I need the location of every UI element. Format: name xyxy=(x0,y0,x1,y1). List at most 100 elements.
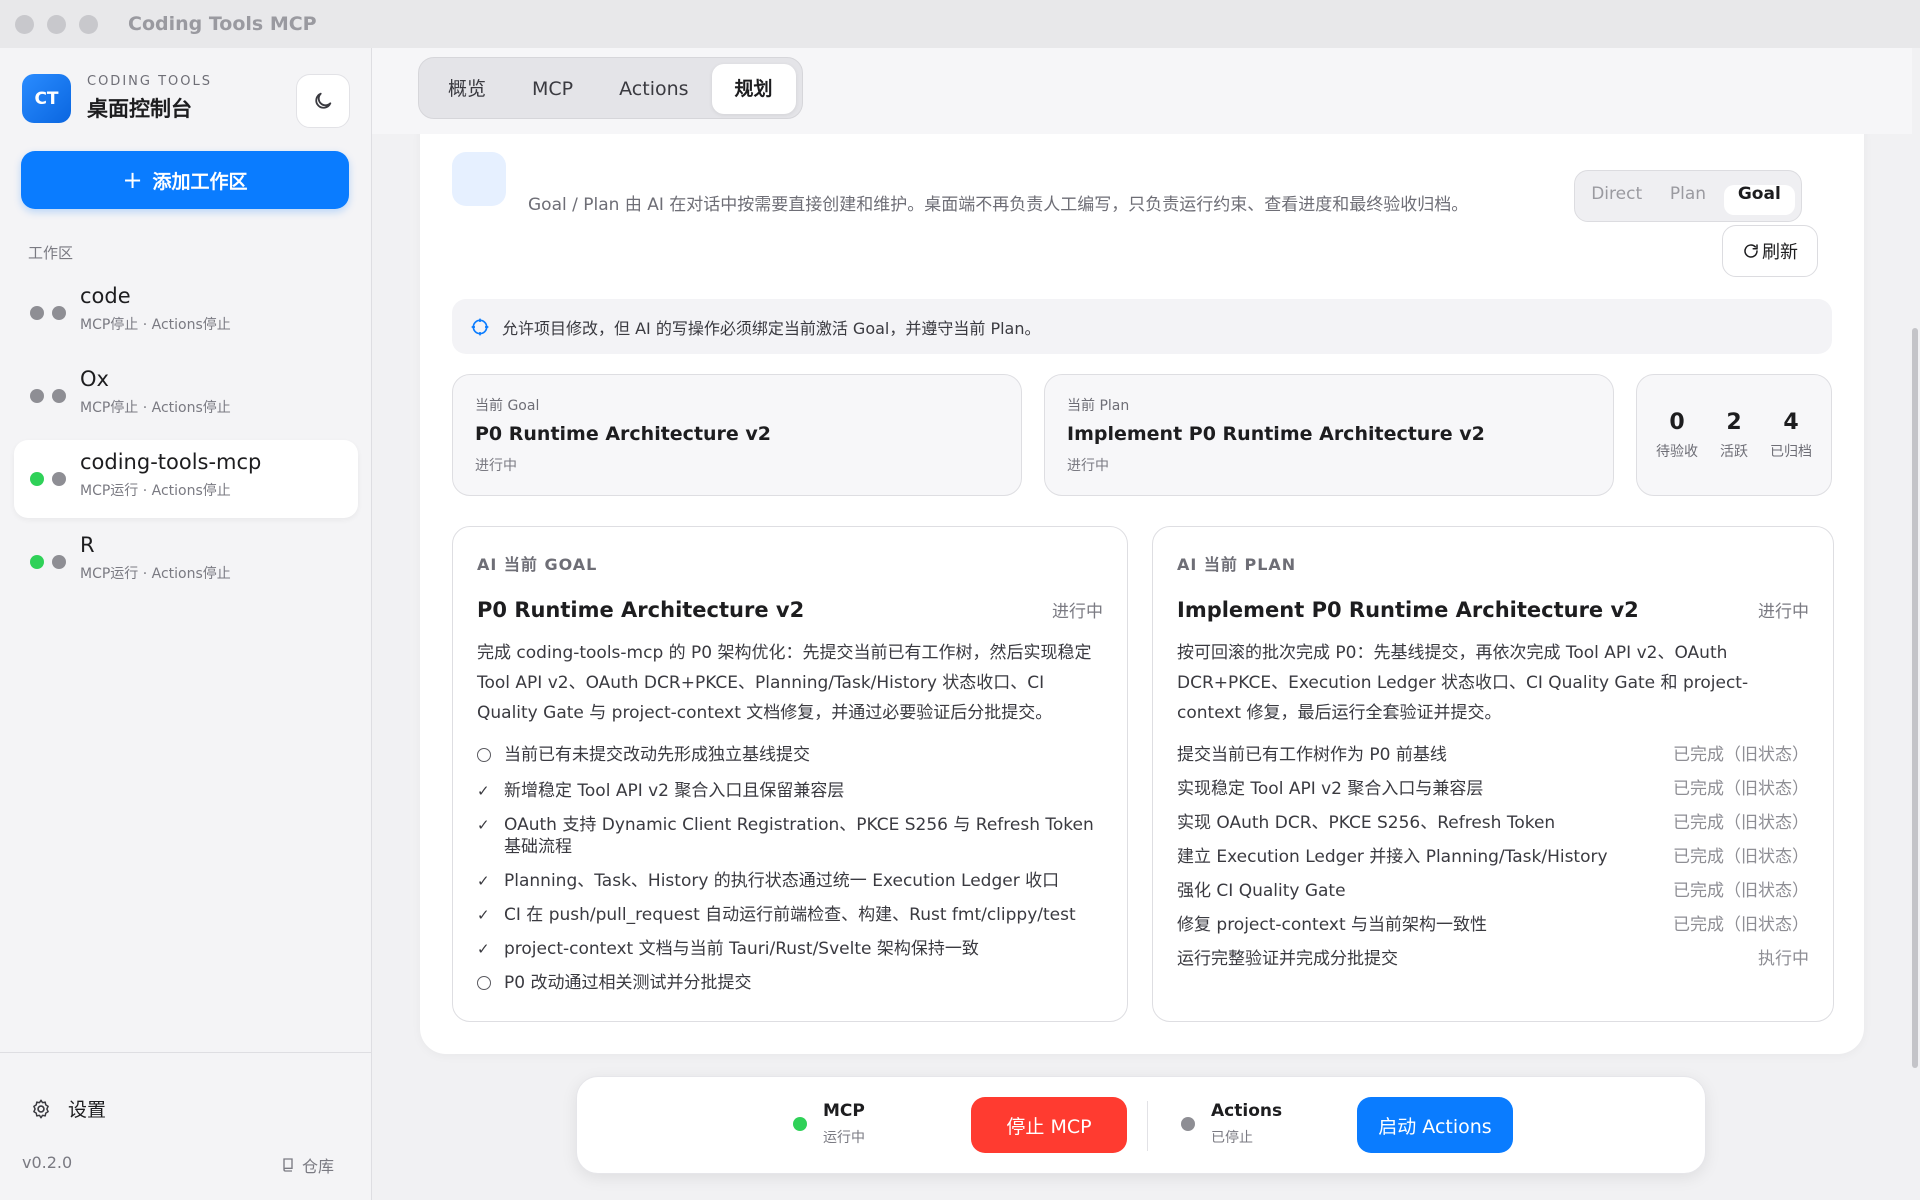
stop-mcp-button[interactable]: 停止 MCP xyxy=(971,1097,1127,1153)
checkmark-icon: ✓ xyxy=(477,906,490,924)
checkmark-icon: ✓ xyxy=(477,782,490,800)
checklist-text: project-context 文档与当前 Tauri/Rust/Svelte … xyxy=(504,939,979,959)
planning-header-icon xyxy=(452,152,506,206)
close-window-button[interactable] xyxy=(15,14,34,34)
step-text: 提交当前已有工作树作为 P0 前基线 xyxy=(1177,745,1447,765)
ai-plan-status: 进行中 xyxy=(1758,602,1809,622)
workspace-status: MCP运行 · Actions停止 xyxy=(80,483,231,499)
repo-link[interactable]: 仓库 xyxy=(280,1153,334,1177)
step-text: 实现稳定 Tool API v2 聚合入口与兼容层 xyxy=(1177,779,1484,799)
ai-goal-panel: AI 当前 GOAL P0 Runtime Architecture v2 进行… xyxy=(452,526,1128,1022)
notice-text: 允许项目修改，但 AI 的写操作必须绑定当前激活 Goal，并遵守当前 Plan… xyxy=(502,318,1041,338)
step-text: 修复 project-context 与当前架构一致性 xyxy=(1177,915,1488,935)
actions-service-status: Actions 已停止 xyxy=(1181,1101,1282,1147)
brand: CT CODING TOOLS 桌面控制台 xyxy=(22,74,212,123)
stat-value: 2 xyxy=(1726,409,1742,435)
stat-pending: 0 待验收 xyxy=(1656,410,1698,461)
mcp-status-dot xyxy=(30,472,44,486)
step-status: 已完成（旧状态） xyxy=(1673,915,1809,935)
mcp-service-state: 运行中 xyxy=(823,1130,865,1146)
minimize-window-button[interactable] xyxy=(47,14,66,34)
current-goal-card[interactable]: 当前 Goal P0 Runtime Architecture v2 进行中 xyxy=(452,374,1022,496)
stat-label: 活跃 xyxy=(1720,443,1748,460)
mode-direct[interactable]: Direct xyxy=(1581,185,1652,215)
step-text: 运行完整验证并完成分批提交 xyxy=(1177,949,1398,969)
workspace-name: R xyxy=(80,533,95,557)
step-status: 已完成（旧状态） xyxy=(1673,745,1809,765)
stat-active: 2 活跃 xyxy=(1720,410,1748,461)
plan-step: 提交当前已有工作树作为 P0 前基线 已完成（旧状态） xyxy=(1177,744,1809,766)
tab-bar: 概览 MCP Actions 规划 xyxy=(418,57,803,119)
repo-icon xyxy=(283,1158,293,1172)
mcp-service-name: MCP xyxy=(823,1101,865,1121)
start-actions-button[interactable]: 启动 Actions xyxy=(1357,1097,1513,1153)
tab-planning[interactable]: 规划 xyxy=(711,64,796,114)
ai-plan-panel: AI 当前 PLAN Implement P0 Runtime Architec… xyxy=(1152,526,1834,1022)
app-window: Coding Tools MCP CT CODING TOOLS 桌面控制台 +… xyxy=(0,0,1920,1200)
mode-plan[interactable]: Plan xyxy=(1652,185,1723,215)
workspace-status: MCP停止 · Actions停止 xyxy=(80,400,231,416)
tab-overview[interactable]: 概览 xyxy=(425,64,509,114)
constraint-notice: 允许项目修改，但 AI 的写操作必须绑定当前激活 Goal，并遵守当前 Plan… xyxy=(452,299,1832,354)
actions-status-dot xyxy=(52,306,66,320)
mode-goal[interactable]: Goal xyxy=(1723,185,1795,215)
add-workspace-button[interactable]: + 添加工作区 xyxy=(21,151,349,209)
refresh-button[interactable]: 刷新 xyxy=(1722,225,1818,277)
goal-checklist: 当前已有未提交改动先形成独立基线提交 ✓ 新增稳定 Tool API v2 聚合入… xyxy=(477,744,1103,996)
gear-icon xyxy=(33,1099,49,1118)
action-divider xyxy=(1147,1101,1148,1151)
checklist-text: 新增稳定 Tool API v2 聚合入口且保留兼容层 xyxy=(504,781,845,801)
ai-goal-label: AI 当前 GOAL xyxy=(477,555,598,574)
stat-label: 已归档 xyxy=(1770,443,1812,460)
zoom-window-button[interactable] xyxy=(79,14,98,34)
moon-icon xyxy=(315,92,332,109)
checklist-item: ✓ 新增稳定 Tool API v2 聚合入口且保留兼容层 xyxy=(477,780,1103,802)
workspace-status: MCP停止 · Actions停止 xyxy=(80,317,231,333)
checklist-text: CI 在 push/pull_request 自动运行前端检查、构建、Rust … xyxy=(504,905,1076,925)
checklist-text: P0 改动通过相关测试并分批提交 xyxy=(504,973,752,993)
theme-toggle-button[interactable] xyxy=(296,74,350,128)
mcp-running-dot xyxy=(793,1117,807,1131)
planning-description: Goal / Plan 由 AI 在对话中按需要直接创建和维护。桌面端不再负责人… xyxy=(528,195,1469,215)
main-content: 概览 MCP Actions 规划 Goal / Plan 由 AI 在对话中按… xyxy=(372,48,1920,1200)
current-plan-label: 当前 Plan xyxy=(1067,398,1130,414)
ai-goal-status: 进行中 xyxy=(1052,602,1103,622)
app-version: v0.2.0 xyxy=(22,1153,73,1172)
settings-label: 设置 xyxy=(68,1099,107,1121)
sidebar-footer: 设置 v0.2.0 仓库 xyxy=(0,1052,371,1200)
current-plan-card[interactable]: 当前 Plan Implement P0 Runtime Architectur… xyxy=(1044,374,1614,496)
repo-label: 仓库 xyxy=(302,1157,335,1176)
checklist-item: P0 改动通过相关测试并分批提交 xyxy=(477,972,1103,996)
brand-logo: CT xyxy=(22,74,71,123)
brand-subtitle: CODING TOOLS xyxy=(87,74,212,89)
checklist-text: OAuth 支持 Dynamic Client Registration、PKC… xyxy=(504,815,1094,857)
workspace-section-label: 工作区 xyxy=(28,244,74,262)
step-text: 实现 OAuth DCR、PKCE S256、Refresh Token xyxy=(1177,813,1556,833)
title-bar: Coding Tools MCP xyxy=(0,0,1920,48)
workspace-item-r[interactable]: R MCP运行 · Actions停止 xyxy=(14,523,358,601)
checklist-item: ✓ project-context 文档与当前 Tauri/Rust/Svelte… xyxy=(477,938,1103,960)
scrollbar-thumb[interactable] xyxy=(1912,328,1918,1068)
step-status: 已完成（旧状态） xyxy=(1673,881,1809,901)
settings-button[interactable]: 设置 xyxy=(30,1095,106,1122)
actions-service-state: 已停止 xyxy=(1211,1130,1253,1146)
plan-step: 建立 Execution Ledger 并接入 Planning/Task/Hi… xyxy=(1177,846,1809,868)
tab-actions[interactable]: Actions xyxy=(596,64,711,114)
workspace-item-code[interactable]: code MCP停止 · Actions停止 xyxy=(14,274,358,352)
ai-plan-title: Implement P0 Runtime Architecture v2 xyxy=(1177,598,1639,622)
workspace-status: MCP运行 · Actions停止 xyxy=(80,566,231,582)
service-action-bar: MCP 运行中 停止 MCP Actions 已停止 启动 Actions xyxy=(576,1076,1706,1174)
current-plan-status: 进行中 xyxy=(1067,458,1109,474)
mcp-status-dot xyxy=(30,306,44,320)
workspace-list: code MCP停止 · Actions停止 Ox MCP停止 · Action… xyxy=(14,274,358,606)
ai-goal-title: P0 Runtime Architecture v2 xyxy=(477,598,805,622)
stats-card: 0 待验收 2 活跃 4 已归档 xyxy=(1636,374,1832,496)
tab-mcp[interactable]: MCP xyxy=(509,64,596,114)
current-plan-title: Implement P0 Runtime Architecture v2 xyxy=(1067,423,1485,445)
workspace-item-coding-tools-mcp[interactable]: coding-tools-mcp MCP运行 · Actions停止 xyxy=(14,440,358,518)
step-text: 强化 CI Quality Gate xyxy=(1177,881,1346,901)
workspace-item-ox[interactable]: Ox MCP停止 · Actions停止 xyxy=(14,357,358,435)
mode-segmented-control: Direct Plan Goal xyxy=(1574,170,1802,222)
add-workspace-label: 添加工作区 xyxy=(152,170,248,193)
plan-steps: 提交当前已有工作树作为 P0 前基线 已完成（旧状态） 实现稳定 Tool API… xyxy=(1177,744,1809,970)
